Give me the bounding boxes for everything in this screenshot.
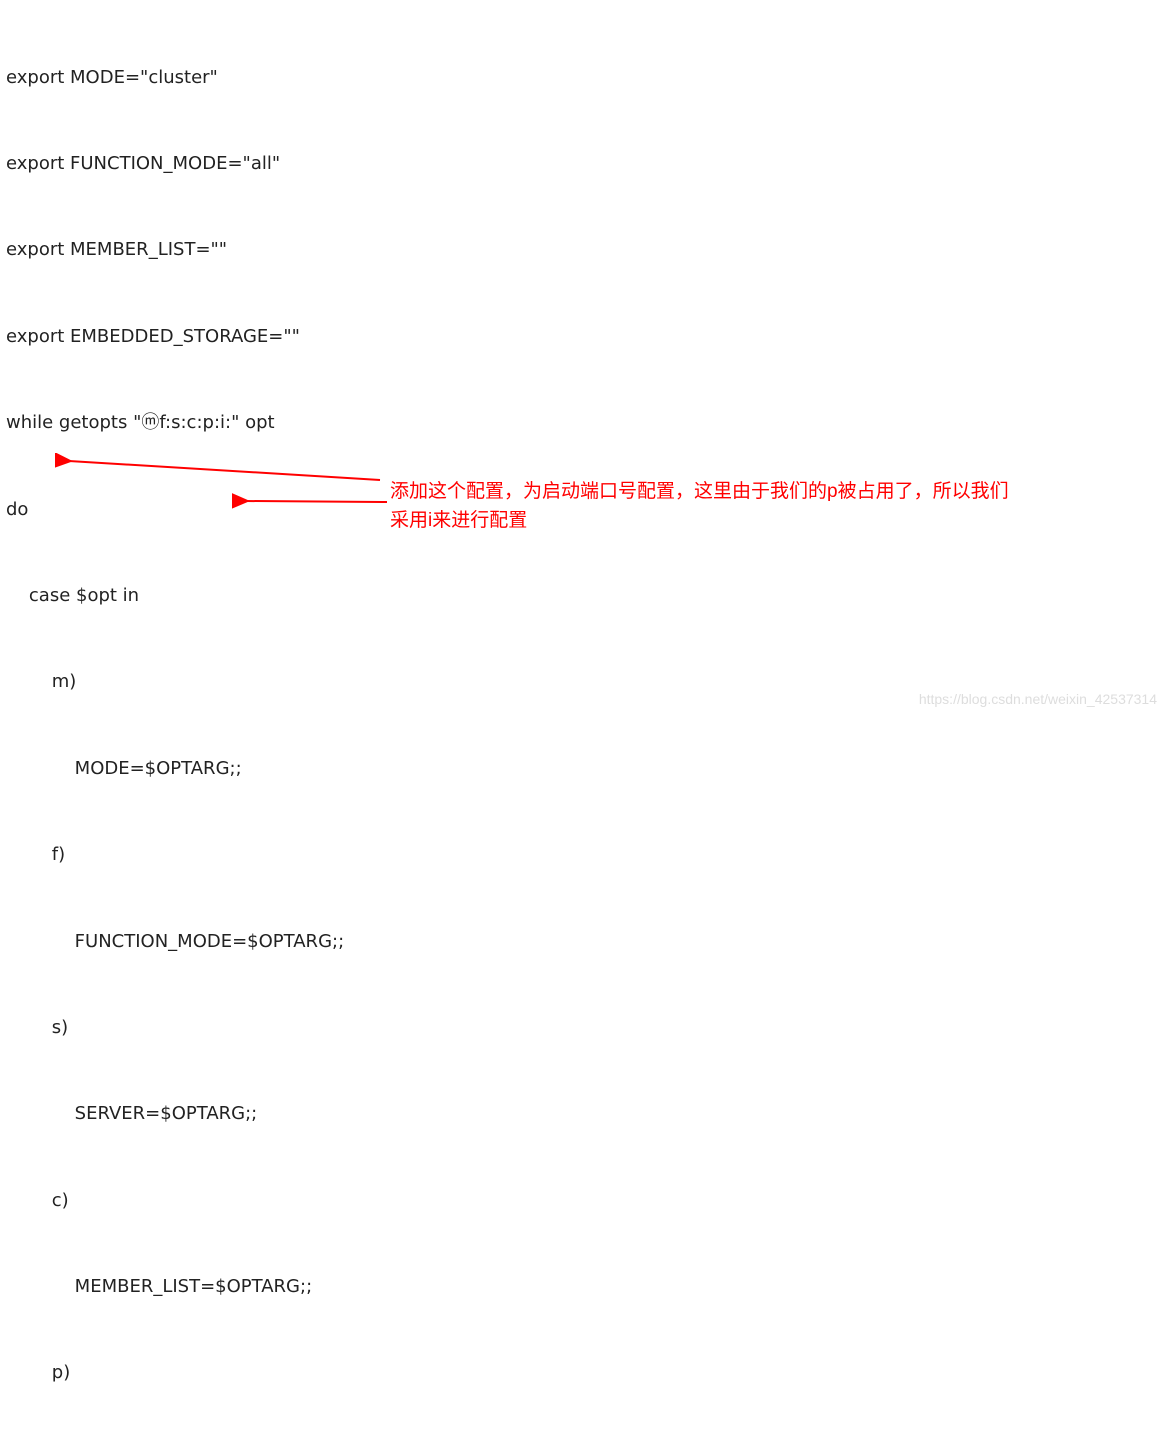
code-line: export MODE="cluster" [6,64,1165,93]
code-line: MODE=$OPTARG;; [6,755,1165,784]
code-line: s) [6,1014,1165,1043]
annotation-line: 采用i来进行配置 [390,507,1150,536]
code-line: m) [6,668,1165,697]
code-line: while getopts "ⓜf:s:c:p:i:" opt [6,409,1165,438]
code-line: c) [6,1187,1165,1216]
code-line: export FUNCTION_MODE="all" [6,150,1165,179]
code-line: p) [6,1359,1165,1388]
annotation-line: 添加这个配置，为启动端口号配置，这里由于我们的p被占用了，所以我们 [390,478,1150,507]
code-line: SERVER=$OPTARG;; [6,1100,1165,1129]
code-line: FUNCTION_MODE=$OPTARG;; [6,928,1165,957]
code-line: export MEMBER_LIST="" [6,236,1165,265]
code-line: MEMBER_LIST=$OPTARG;; [6,1273,1165,1302]
annotation-text: 添加这个配置，为启动端口号配置，这里由于我们的p被占用了，所以我们 采用i来进行… [390,478,1150,535]
code-line: export EMBEDDED_STORAGE="" [6,323,1165,352]
code-line: case $opt in [6,582,1165,611]
shell-script-code: export MODE="cluster" export FUNCTION_MO… [6,6,1165,1436]
code-line: f) [6,841,1165,870]
